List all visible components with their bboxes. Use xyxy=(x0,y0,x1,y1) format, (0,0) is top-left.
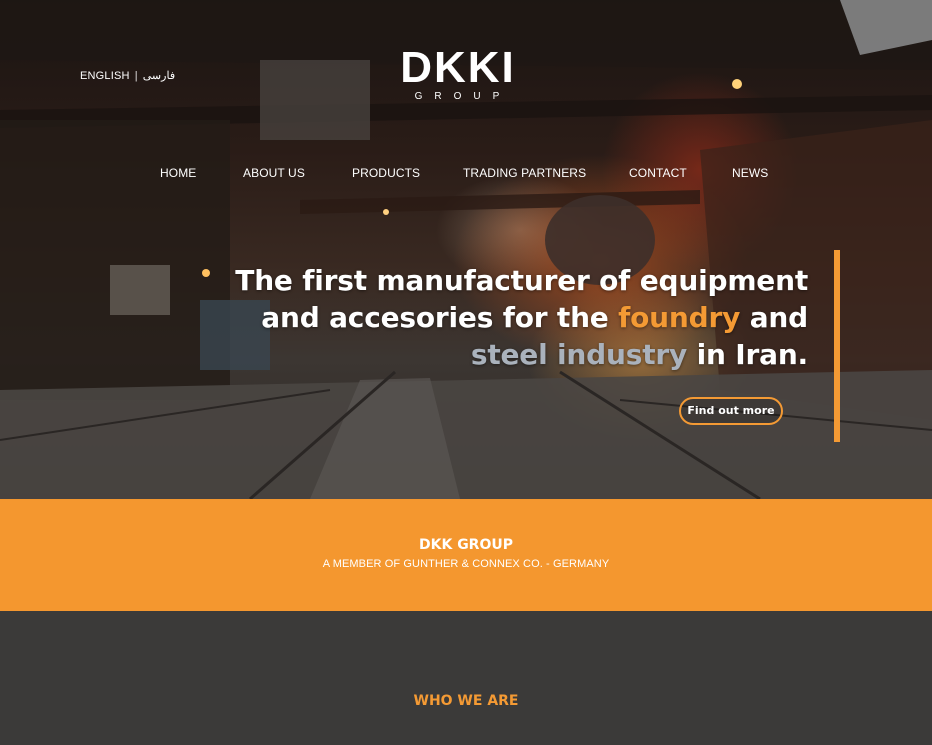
nav-item-news[interactable]: NEWS xyxy=(732,166,768,180)
nav-item-products[interactable]: PRODUCTS xyxy=(352,166,420,180)
headline-line-2: and accesories for the foundry and xyxy=(261,301,808,334)
logo-subtitle: GROUP xyxy=(414,91,512,102)
headline-line-3: steel industry in Iran. xyxy=(470,338,808,371)
hero-accent-bar xyxy=(834,250,840,442)
hero-banner: ENGLISH | فارسی DKKI GROUP HOME ABOUT US P… xyxy=(0,0,932,499)
logo[interactable]: DKKI GROUP xyxy=(388,44,528,108)
nav-item-trading-partners[interactable]: TRADING PARTNERS xyxy=(463,166,586,180)
language-persian[interactable]: فارسی xyxy=(143,70,175,82)
nav-item-contact[interactable]: CONTACT xyxy=(629,166,687,180)
hero-headline: The first manufacturer of equipment and … xyxy=(168,262,808,373)
who-we-are-section: WHO WE ARE xyxy=(0,611,932,745)
main-nav: HOME ABOUT US PRODUCTS TRADING PARTNERS … xyxy=(0,166,932,184)
headline-highlight-foundry: foundry xyxy=(618,301,741,334)
band-title: DKK GROUP xyxy=(419,537,513,553)
band-subtitle: A MEMBER OF GUNTHER & CONNEX CO. - GERMA… xyxy=(322,558,610,570)
nav-item-about-us[interactable]: ABOUT US xyxy=(243,166,305,180)
headline-highlight-steel: steel industry xyxy=(470,338,688,371)
logo-mark: DKKI xyxy=(400,43,516,92)
section-heading: WHO WE ARE xyxy=(413,693,519,709)
language-english[interactable]: ENGLISH xyxy=(80,70,130,82)
company-band: DKK GROUP A MEMBER OF GUNTHER & CONNEX C… xyxy=(0,499,932,611)
nav-item-home[interactable]: HOME xyxy=(160,166,196,180)
headline-line-1: The first manufacturer of equipment xyxy=(235,264,808,297)
language-separator: | xyxy=(134,70,138,82)
language-switcher: ENGLISH | فارسی xyxy=(80,69,175,82)
find-out-more-button[interactable]: Find out more xyxy=(679,397,783,425)
